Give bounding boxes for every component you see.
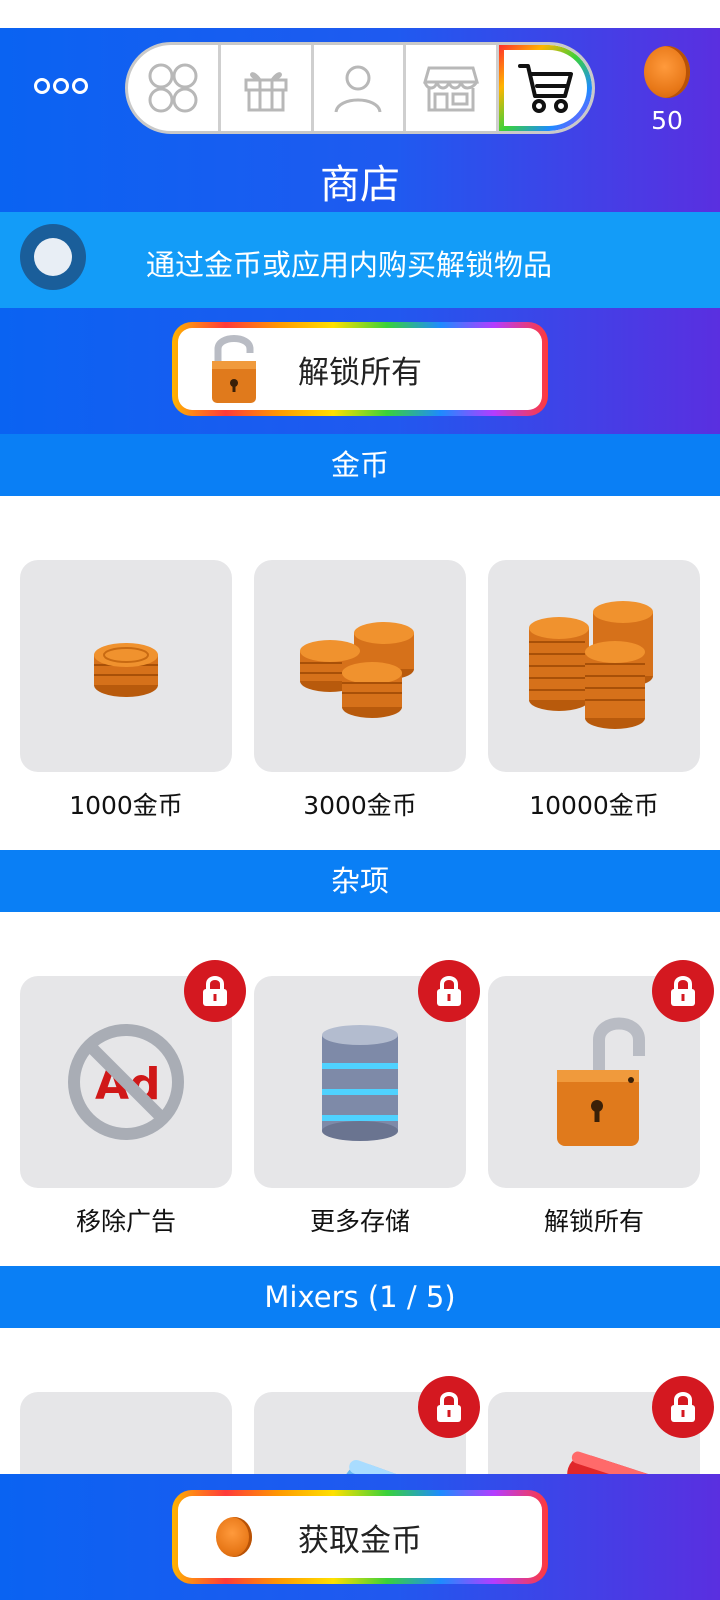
item-label: 更多存储 bbox=[309, 1207, 410, 1236]
cart-icon bbox=[517, 64, 573, 113]
status-bar bbox=[0, 0, 720, 28]
lock-badge bbox=[652, 960, 714, 1022]
item-label: 10000金币 bbox=[529, 791, 659, 820]
unlock-all-item[interactable]: 解锁所有 bbox=[488, 960, 714, 1238]
no-ads-icon: Ad bbox=[68, 1024, 184, 1140]
lock-badge bbox=[418, 960, 480, 1022]
section-header-misc: 杂项 bbox=[0, 850, 720, 912]
coin-stack-medium-icon bbox=[300, 622, 414, 718]
three-dots-icon[interactable] bbox=[34, 78, 88, 94]
lock-badge bbox=[652, 1376, 714, 1438]
tab-bar bbox=[125, 42, 595, 134]
lock-badge bbox=[184, 960, 246, 1022]
section-header-mixers: Mixers (1 / 5) bbox=[0, 1266, 720, 1328]
more-storage-item[interactable]: 更多存储 bbox=[254, 960, 480, 1238]
unlock-band: 解锁所有 bbox=[0, 308, 720, 434]
item-label: 3000金币 bbox=[303, 791, 417, 820]
lock-icon bbox=[437, 976, 461, 1006]
info-toggle-icon[interactable] bbox=[20, 224, 86, 290]
item-label: 1000金币 bbox=[69, 791, 183, 820]
tab-cart[interactable] bbox=[499, 45, 592, 131]
item-card[interactable] bbox=[488, 560, 700, 772]
grid-circles-icon bbox=[148, 63, 198, 113]
lock-icon bbox=[203, 976, 227, 1006]
lock-icon bbox=[671, 976, 695, 1006]
bottom-bar: 获取金币 bbox=[0, 1474, 720, 1600]
tab-profile[interactable] bbox=[314, 45, 407, 131]
coin-count: 50 bbox=[651, 106, 683, 135]
item-card[interactable] bbox=[254, 560, 466, 772]
shop-screen: 50 商店 通过金币或应用内购买解锁物品 解锁所有 金币 1000金币 3000… bbox=[0, 0, 720, 1600]
gift-icon bbox=[244, 72, 288, 112]
lock-badge bbox=[418, 1376, 480, 1438]
user-icon bbox=[334, 65, 382, 113]
tab-gifts[interactable] bbox=[221, 45, 314, 131]
store-icon bbox=[423, 66, 480, 112]
page-title: 商店 bbox=[320, 162, 400, 208]
remove-ads-item[interactable]: Ad 移除广告 bbox=[20, 960, 246, 1238]
database-icon bbox=[322, 1025, 398, 1141]
coin-stack-small-icon bbox=[94, 643, 158, 697]
coin-balance: 50 bbox=[632, 46, 702, 135]
padlock-icon bbox=[557, 1017, 645, 1146]
item-card[interactable] bbox=[488, 960, 714, 1188]
tab-store[interactable] bbox=[406, 45, 500, 131]
get-coins-button[interactable]: 获取金币 bbox=[172, 1490, 548, 1584]
lock-icon bbox=[671, 1392, 695, 1422]
item-card[interactable] bbox=[254, 960, 480, 1188]
item-card[interactable] bbox=[20, 560, 232, 772]
item-label: 解锁所有 bbox=[543, 1207, 644, 1236]
unlock-all-label: 解锁所有 bbox=[298, 354, 422, 391]
coins-row: 1000金币 3000金币 10000金币 bbox=[20, 560, 700, 822]
info-bar: 通过金币或应用内购买解锁物品 bbox=[0, 212, 720, 308]
coin-pack-1000[interactable]: 1000金币 bbox=[20, 560, 232, 822]
get-coins-label: 获取金币 bbox=[298, 1522, 422, 1559]
misc-row: Ad 移除广告 更多存储 bbox=[20, 960, 714, 1238]
header: 50 商店 bbox=[0, 28, 720, 212]
item-label: 移除广告 bbox=[75, 1207, 176, 1236]
coin-pack-3000[interactable]: 3000金币 bbox=[254, 560, 466, 822]
coin-icon bbox=[644, 46, 690, 98]
coin-pack-10000[interactable]: 10000金币 bbox=[488, 560, 700, 822]
unlock-all-button[interactable]: 解锁所有 bbox=[172, 322, 548, 416]
item-card[interactable]: Ad bbox=[20, 960, 246, 1188]
lock-icon bbox=[437, 1392, 461, 1422]
section-header-coins: 金币 bbox=[0, 434, 720, 496]
tab-levels[interactable] bbox=[128, 45, 221, 131]
info-text: 通过金币或应用内购买解锁物品 bbox=[146, 248, 553, 282]
coin-stack-large-icon bbox=[529, 601, 653, 729]
